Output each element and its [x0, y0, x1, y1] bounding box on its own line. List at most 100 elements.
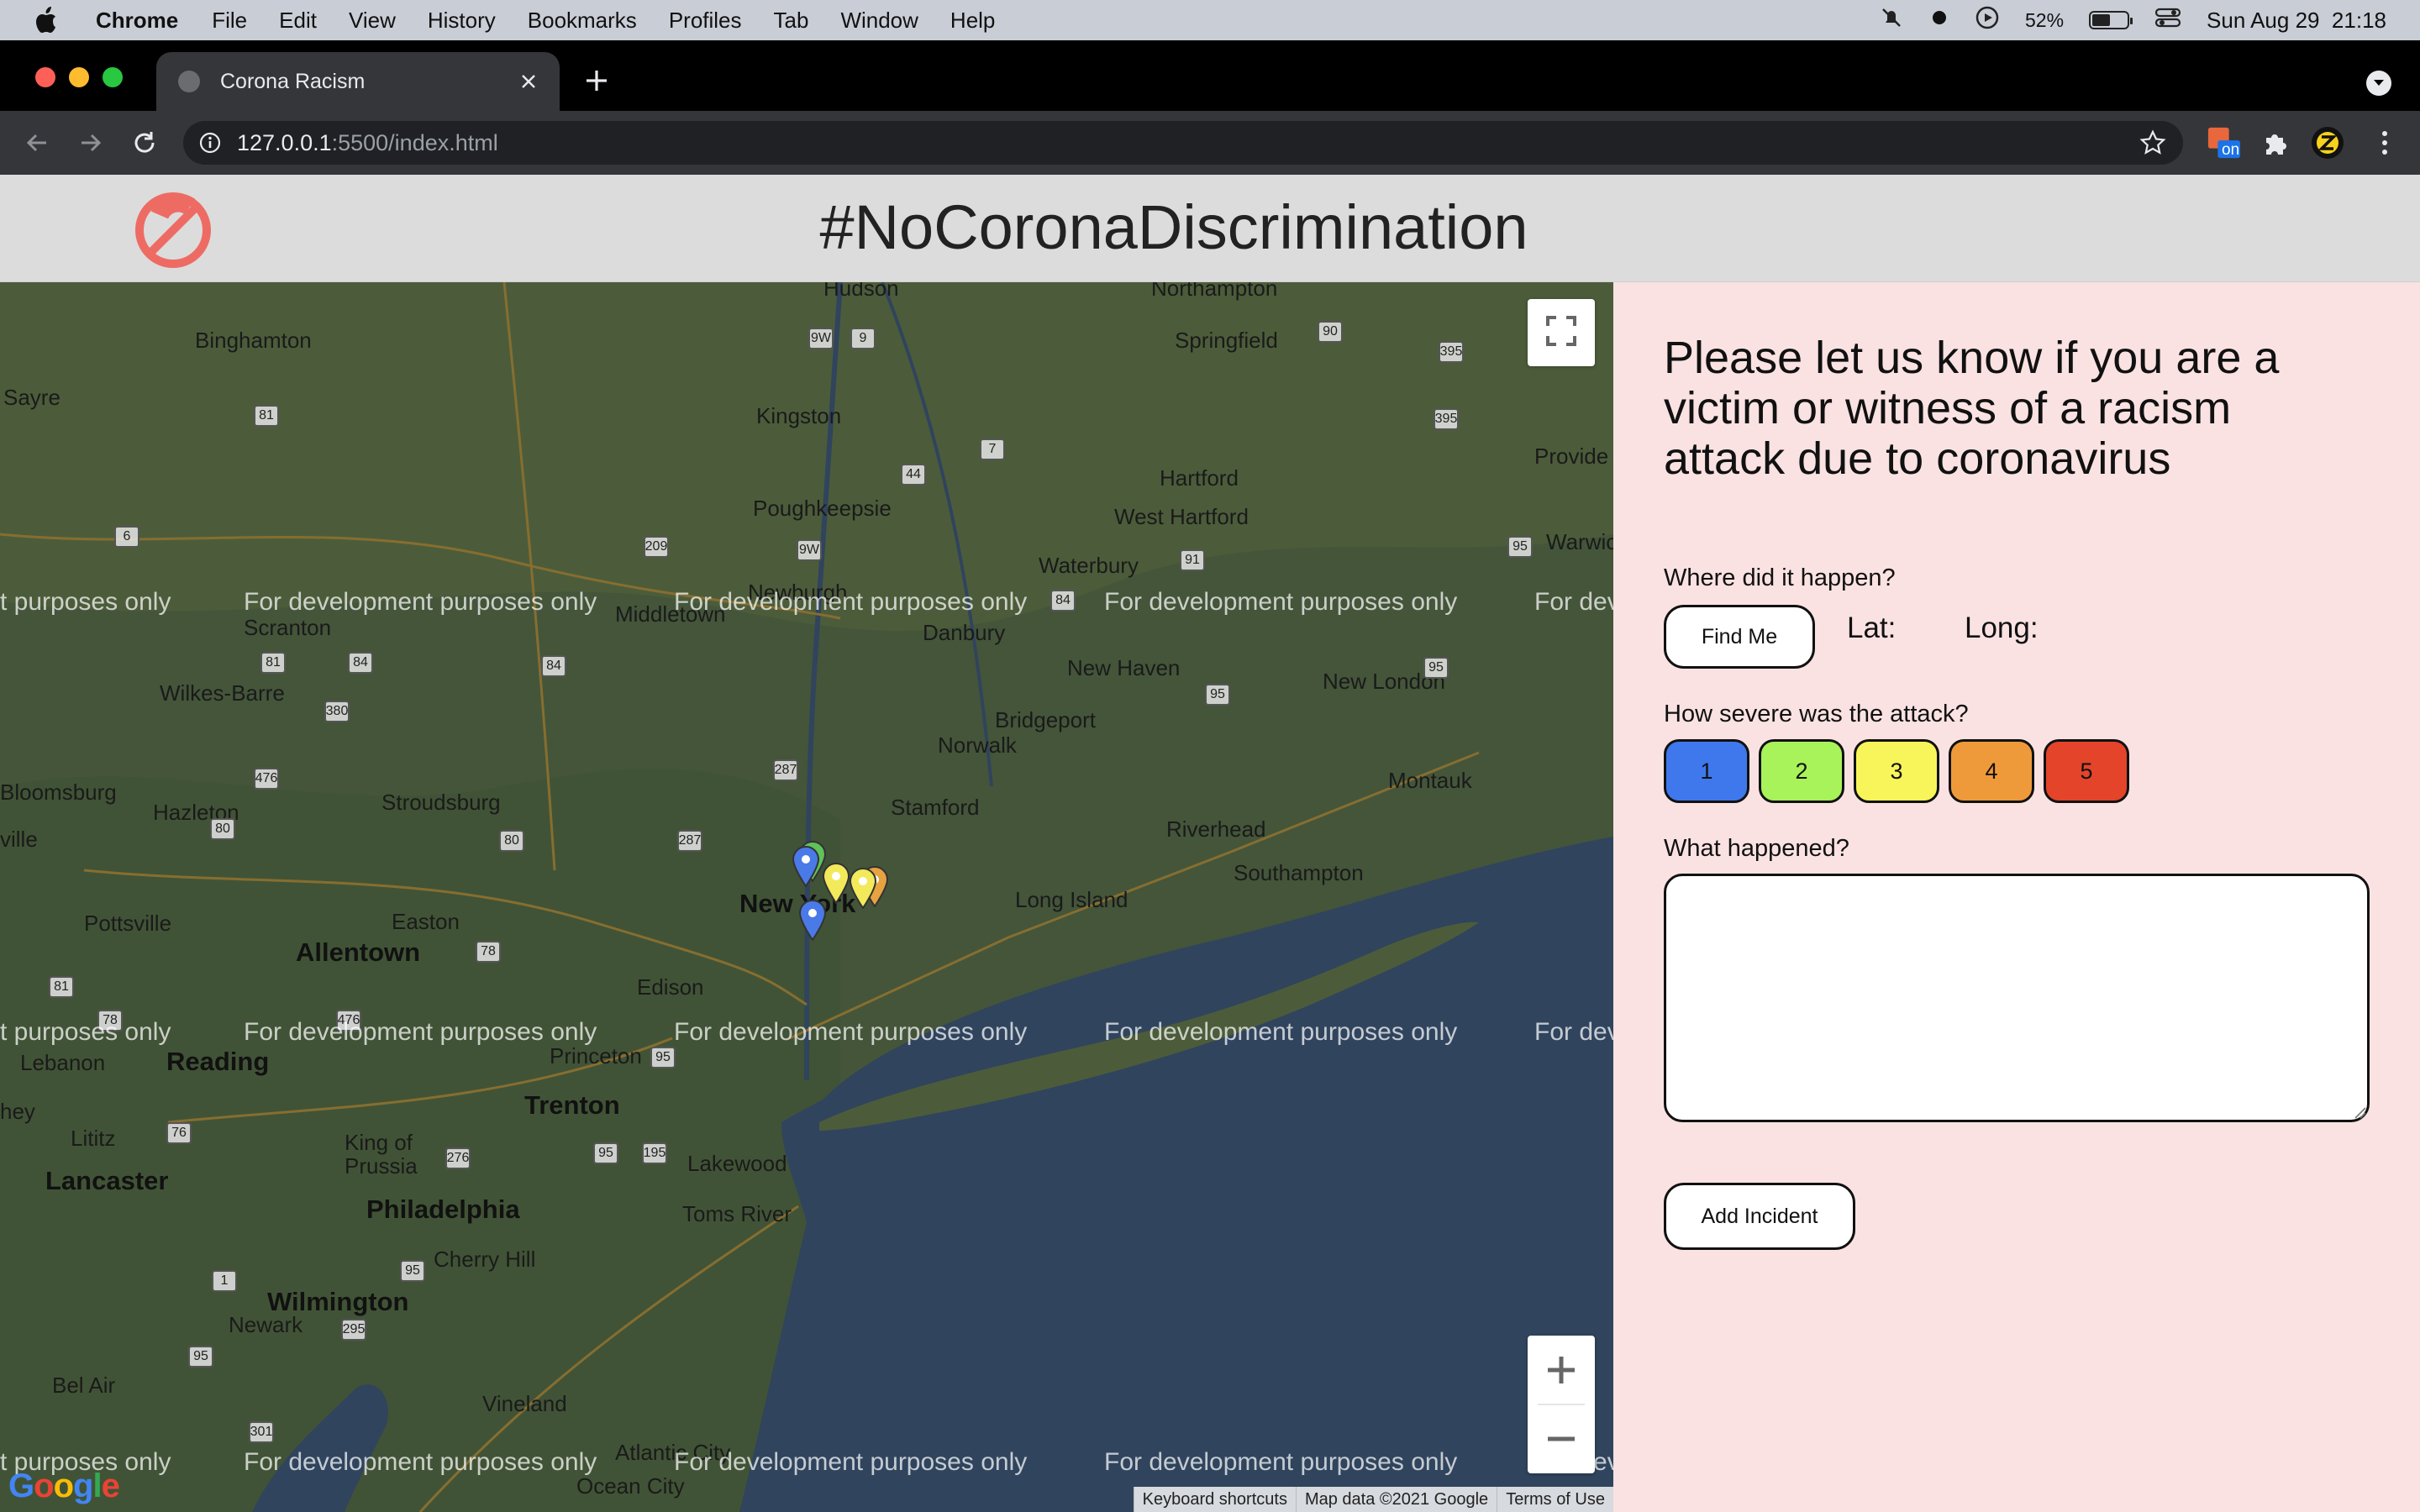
map-label: Wilkes-Barre — [160, 680, 285, 706]
zoom-in-button[interactable] — [1528, 1336, 1595, 1404]
menu-history[interactable]: History — [428, 8, 496, 34]
map-data-credit: Map data ©2021 Google — [1295, 1487, 1497, 1512]
severity-button-1[interactable]: 1 — [1664, 739, 1749, 803]
long-label: Long: — [1965, 612, 2039, 644]
menu-view[interactable]: View — [349, 8, 396, 34]
incident-map[interactable]: Binghamton Sayre Hudson Northampton King… — [0, 282, 1613, 1512]
extensions-puzzle-icon[interactable] — [2259, 126, 2292, 160]
highway-shield: 1 — [212, 1270, 237, 1292]
map-label: Ocean City — [576, 1473, 685, 1499]
terms-of-use-link[interactable]: Terms of Use — [1497, 1487, 1613, 1512]
bookmark-star-icon[interactable] — [2139, 129, 2166, 156]
highway-shield: 380 — [324, 701, 350, 722]
map-label: Vineland — [482, 1391, 567, 1416]
lat-label: Lat: — [1847, 612, 1897, 644]
url-host: 127.0.0.1 — [237, 129, 332, 155]
menu-file[interactable]: File — [212, 8, 247, 34]
highway-shield: 91 — [1180, 549, 1205, 571]
highway-shield: 81 — [254, 405, 279, 427]
map-label: Toms River — [682, 1201, 792, 1226]
new-tab-button[interactable] — [580, 64, 613, 97]
info-icon[interactable] — [198, 131, 222, 155]
highway-shield: 95 — [1507, 536, 1533, 558]
control-center-icon[interactable] — [2154, 7, 2181, 34]
menu-tab[interactable]: Tab — [774, 8, 809, 34]
dev-watermark: t purposes only — [0, 588, 171, 616]
more-menu-icon[interactable] — [2368, 126, 2402, 160]
site-title: #NoCoronaDiscrimination — [819, 192, 1528, 262]
clock[interactable]: Sun Aug 29 21:18 — [2207, 8, 2386, 34]
highway-shield: 84 — [541, 655, 566, 677]
highway-shield: 276 — [445, 1147, 471, 1169]
severity-button-5[interactable]: 5 — [2044, 739, 2129, 803]
highway-shield: 90 — [1318, 321, 1343, 343]
highway-shield: 95 — [650, 1047, 676, 1068]
play-circle-icon[interactable] — [1975, 5, 2000, 36]
map-label: Waterbury — [1039, 553, 1139, 578]
map-label: Riverhead — [1166, 816, 1266, 842]
back-icon[interactable] — [20, 126, 54, 160]
map-label: Springfield — [1175, 328, 1278, 353]
dev-watermark: t purposes only — [0, 1018, 171, 1046]
fullscreen-button[interactable] — [1528, 299, 1595, 366]
window-close-button[interactable] — [35, 67, 55, 87]
map-label: ville — [0, 827, 38, 852]
browser-tab[interactable]: Corona Racism — [156, 52, 560, 111]
keyboard-shortcuts-link[interactable]: Keyboard shortcuts — [1133, 1487, 1296, 1512]
incident-marker[interactable] — [822, 862, 850, 905]
profile-avatar[interactable] — [2311, 126, 2344, 160]
description-textarea[interactable] — [1664, 874, 2370, 1122]
add-incident-button[interactable]: Add Incident — [1664, 1183, 1855, 1250]
close-tab-icon[interactable] — [514, 67, 543, 96]
severity-button-3[interactable]: 3 — [1854, 739, 1939, 803]
find-me-button[interactable]: Find Me — [1664, 605, 1815, 669]
highway-shield: 395 — [1434, 408, 1459, 430]
record-icon[interactable] — [1929, 8, 1949, 34]
incident-marker[interactable] — [849, 867, 877, 910]
dev-watermark: For development purposes only — [1104, 588, 1458, 616]
window-minimize-button[interactable] — [69, 67, 89, 87]
reload-icon[interactable] — [128, 126, 161, 160]
highway-shield: 78 — [476, 941, 501, 963]
highway-shield: 287 — [677, 830, 702, 852]
menu-window[interactable]: Window — [840, 8, 918, 34]
mute-bell-icon[interactable] — [1879, 5, 1904, 36]
battery-icon[interactable] — [2089, 11, 2133, 29]
highway-shield: 95 — [1423, 657, 1449, 679]
menu-profiles[interactable]: Profiles — [669, 8, 742, 34]
zoom-out-button[interactable] — [1528, 1404, 1595, 1473]
menu-bookmarks[interactable]: Bookmarks — [528, 8, 637, 34]
highway-shield: 84 — [348, 652, 373, 674]
google-logo[interactable]: Google — [8, 1467, 120, 1505]
map-label: Hartford — [1160, 465, 1239, 491]
tab-search-icon[interactable] — [2366, 71, 2391, 96]
report-form-panel: Please let us know if you are a victim o… — [1613, 282, 2420, 1512]
map-label: Long Island — [1015, 887, 1128, 912]
resize-grip-icon[interactable] — [2353, 1105, 2366, 1119]
url-path: :5500/index.html — [331, 129, 498, 155]
extension-toggle-icon[interactable]: on — [2207, 126, 2240, 160]
severity-button-4[interactable]: 4 — [1949, 739, 2034, 803]
globe-icon — [178, 71, 200, 92]
menu-help[interactable]: Help — [950, 8, 995, 34]
window-zoom-button[interactable] — [103, 67, 123, 87]
incident-marker[interactable] — [792, 845, 820, 888]
highway-shield: 95 — [593, 1142, 618, 1164]
highway-shield: 44 — [901, 464, 926, 486]
map-label: Norwalk — [938, 732, 1017, 758]
severity-button-2[interactable]: 2 — [1759, 739, 1844, 803]
dev-watermark: For dev — [1534, 588, 1613, 616]
menu-edit[interactable]: Edit — [279, 8, 317, 34]
highway-shield: 81 — [49, 976, 74, 998]
map-label: Lancaster — [45, 1166, 169, 1195]
apple-icon[interactable] — [34, 7, 67, 33]
battery-fill — [2092, 14, 2110, 26]
forward-icon[interactable] — [74, 126, 108, 160]
web-page: #NoCoronaDiscrimination Binghamton Sayre… — [0, 175, 2420, 1512]
map-label: Princeton — [550, 1043, 642, 1068]
incident-marker[interactable] — [798, 899, 827, 942]
map-label: West Hartford — [1114, 504, 1249, 529]
address-bar[interactable]: 127.0.0.1:5500/index.html — [183, 121, 2183, 165]
menu-app-name[interactable]: Chrome — [96, 8, 178, 34]
map-label: Reading — [166, 1047, 270, 1076]
